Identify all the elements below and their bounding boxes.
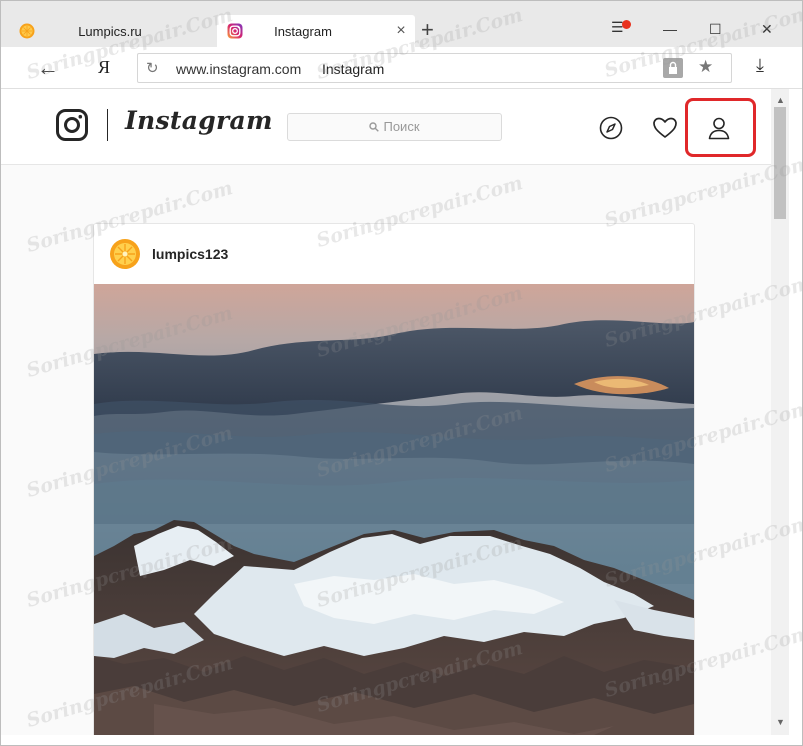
- instagram-favicon-icon: [227, 23, 243, 39]
- instagram-logo-icon[interactable]: [56, 109, 88, 141]
- address-page-title: Instagram: [322, 61, 385, 77]
- notification-dot: [622, 20, 631, 29]
- tab-close-icon[interactable]: ×: [393, 22, 409, 40]
- address-bar[interactable]: ↻ www.instagram.com Instagram ★: [137, 53, 732, 83]
- instagram-header: Instagram Поиск: [1, 89, 771, 165]
- address-url: www.instagram.com: [176, 61, 302, 77]
- lock-icon[interactable]: [663, 58, 683, 78]
- browser-window: Lumpics.ru Instagram × + ☰ — ☐ ✕ ← Я ↻ w…: [0, 0, 803, 746]
- avatar[interactable]: [110, 239, 140, 269]
- page-scrollbar[interactable]: ▲ ▼: [771, 89, 789, 735]
- yandex-button[interactable]: Я: [98, 57, 110, 78]
- post-username[interactable]: lumpics123: [152, 246, 228, 262]
- tab-instagram[interactable]: Instagram ×: [217, 15, 415, 47]
- compass-icon[interactable]: [599, 116, 623, 140]
- scroll-down-icon[interactable]: ▼: [776, 717, 785, 727]
- back-button[interactable]: ←: [37, 55, 59, 81]
- page-content: Instagram Поиск lumpics123: [1, 89, 771, 735]
- navigation-bar: ← Я ↻ www.instagram.com Instagram ★ ⤓: [1, 47, 802, 89]
- tab-lumpics-label: Lumpics.ru: [78, 23, 142, 39]
- bookmark-star-icon[interactable]: ★: [698, 57, 713, 77]
- tab-strip: Lumpics.ru Instagram × + ☰ — ☐ ✕: [1, 1, 802, 47]
- search-input[interactable]: Поиск: [287, 113, 502, 141]
- minimize-button[interactable]: —: [663, 21, 677, 37]
- post-card: lumpics123: [93, 223, 695, 735]
- new-tab-button[interactable]: +: [421, 19, 434, 41]
- maximize-button[interactable]: ☐: [709, 21, 722, 38]
- post-header: lumpics123: [94, 224, 694, 284]
- profile-highlight-box: [685, 98, 756, 157]
- close-window-button[interactable]: ✕: [761, 21, 773, 38]
- logo-divider: [107, 109, 108, 141]
- mountain-photo[interactable]: [94, 284, 694, 735]
- lumpics-favicon-icon: [19, 23, 35, 39]
- tab-lumpics[interactable]: Lumpics.ru: [15, 15, 215, 47]
- heart-icon[interactable]: [652, 116, 678, 140]
- download-icon[interactable]: ⤓: [756, 55, 764, 76]
- reload-icon[interactable]: ↻: [146, 59, 159, 77]
- tab-instagram-label: Instagram: [274, 23, 332, 39]
- search-icon: [369, 122, 380, 132]
- scrollbar-thumb[interactable]: [774, 107, 786, 219]
- search-placeholder: Поиск: [383, 119, 420, 134]
- instagram-wordmark[interactable]: Instagram: [125, 106, 273, 135]
- scroll-up-icon[interactable]: ▲: [776, 95, 785, 105]
